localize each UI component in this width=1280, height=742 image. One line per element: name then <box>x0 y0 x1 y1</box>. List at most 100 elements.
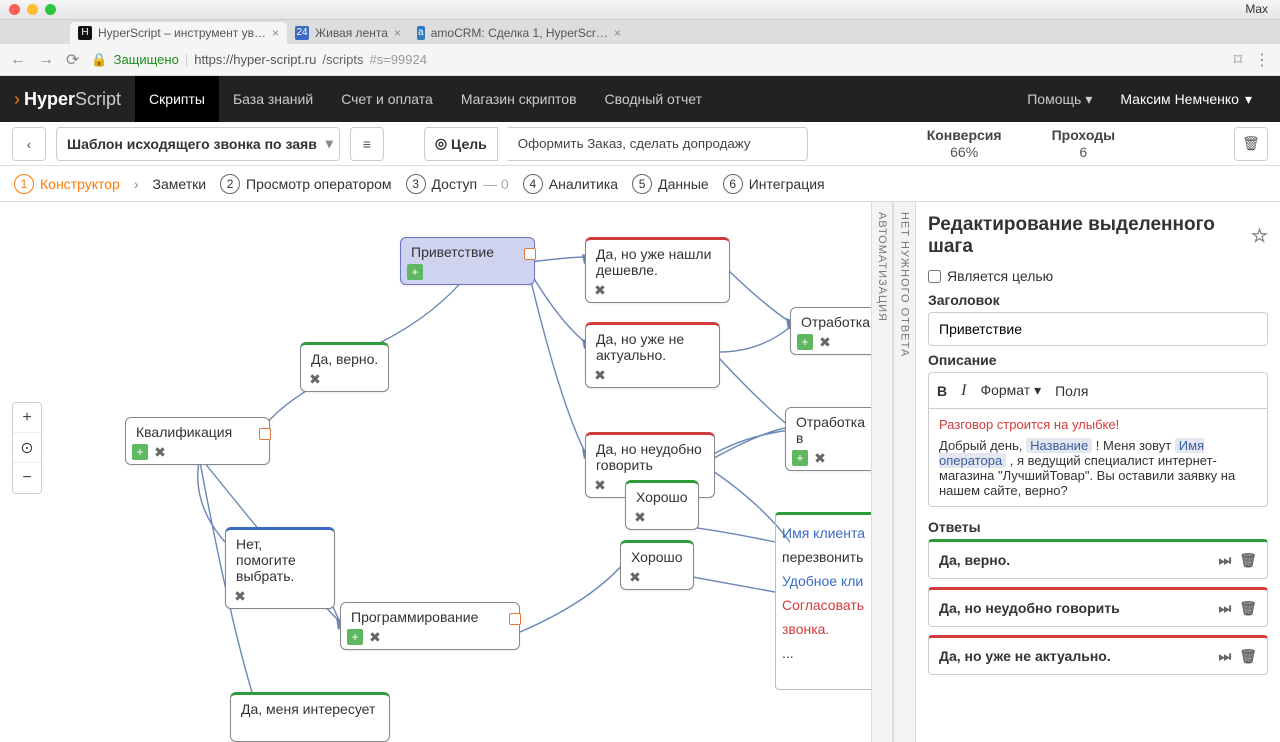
node-good-2[interactable]: Хорошо ✖ <box>620 540 694 590</box>
fields-select[interactable]: Поля <box>1055 383 1088 399</box>
nav-store[interactable]: Магазин скриптов <box>447 76 591 122</box>
goal-input[interactable] <box>508 127 808 161</box>
window-close-icon[interactable] <box>9 4 20 15</box>
zoom-reset-button[interactable]: ⊙ <box>13 433 41 463</box>
sidebar-no-answer[interactable]: НЕТ НУЖНОГО ОТВЕТА <box>893 202 915 742</box>
script-toolbar: ‹ Шаблон исходящего звонка по заяв ≡ ◎ Ц… <box>0 122 1280 166</box>
url-field[interactable]: 🔒 Защищено | https://hyper-script.ru/scr… <box>91 52 1221 68</box>
nav-kb[interactable]: База знаний <box>219 76 327 122</box>
add-icon[interactable]: + <box>792 450 808 466</box>
merge-tag[interactable]: Название <box>1026 438 1092 453</box>
description-editor[interactable]: Разговор строится на улыбке! Добрый день… <box>928 408 1268 507</box>
remove-icon[interactable]: ✖ <box>592 282 608 298</box>
node-greeting[interactable]: Приветствие + <box>400 237 535 285</box>
close-icon[interactable]: × <box>614 26 621 40</box>
close-icon[interactable]: × <box>272 26 279 40</box>
stat-conversion: Конверсия 66% <box>927 127 1002 161</box>
node-interested[interactable]: Да, меня интересует <box>230 692 390 742</box>
remove-icon[interactable]: ✖ <box>627 569 643 585</box>
node-otrabotka[interactable]: Отработка + ✖ <box>790 307 871 355</box>
node-yes[interactable]: Да, верно. ✖ <box>300 342 389 392</box>
trash-icon[interactable]: 🗑 <box>1239 648 1257 665</box>
answers-label: Ответы <box>928 519 1268 535</box>
answers-list: Да, верно. ⏭🗑 Да, но неудобно говорить ⏭… <box>928 539 1268 675</box>
skip-end-icon[interactable]: ⏭ <box>1219 648 1232 665</box>
node-otrabotka-2[interactable]: Отработка в + ✖ <box>785 407 871 471</box>
flag-icon[interactable] <box>509 613 521 625</box>
remove-icon[interactable]: ✖ <box>152 444 168 460</box>
zoom-out-button[interactable]: − <box>13 463 41 493</box>
add-icon[interactable]: + <box>347 629 363 645</box>
italic-button[interactable]: I <box>961 382 966 400</box>
remove-icon[interactable]: ✖ <box>812 450 828 466</box>
window-minimize-icon[interactable] <box>27 4 38 15</box>
node-help-pick[interactable]: Нет, помогите выбрать. ✖ <box>225 527 335 609</box>
add-icon[interactable]: + <box>132 444 148 460</box>
add-icon[interactable]: + <box>797 334 813 350</box>
nav-help[interactable]: Помощь▾ <box>1013 76 1106 122</box>
key-icon[interactable]: ⌑ <box>1234 50 1242 70</box>
answer-item[interactable]: Да, но неудобно говорить ⏭🗑 <box>928 587 1268 627</box>
remove-icon[interactable]: ✖ <box>632 509 648 525</box>
bold-button[interactable]: B <box>937 383 947 399</box>
rte-toolbar: B I Формат ▾ Поля <box>928 372 1268 408</box>
step-integration[interactable]: 6Интеграция <box>723 174 825 194</box>
browser-tab[interactable]: H HyperScript – инструмент ув… × <box>70 22 287 44</box>
skip-end-icon[interactable]: ⏭ <box>1219 552 1232 569</box>
step-preview[interactable]: 2Просмотр оператором <box>220 174 391 194</box>
step-access[interactable]: 3Доступ— 0 <box>406 174 509 194</box>
nav-scripts[interactable]: Скрипты <box>135 76 219 122</box>
header-input[interactable] <box>928 312 1268 346</box>
node-programming[interactable]: Программирование + ✖ <box>340 602 520 650</box>
back-button[interactable]: ‹ <box>12 127 46 161</box>
browser-tab[interactable]: 24 Живая лента × <box>287 22 409 44</box>
add-icon[interactable]: + <box>407 264 423 280</box>
zoom-in-button[interactable]: + <box>13 403 41 433</box>
node-qualification[interactable]: Квалификация + ✖ <box>125 417 270 465</box>
star-icon[interactable]: ☆ <box>1251 225 1268 248</box>
answer-item[interactable]: Да, но уже не актуально. ⏭🗑 <box>928 635 1268 675</box>
nav-report[interactable]: Сводный отчет <box>591 76 716 122</box>
remove-icon[interactable]: ✖ <box>592 477 608 493</box>
menu-icon[interactable]: ⋮ <box>1254 50 1270 70</box>
back-button[interactable]: ← <box>10 51 26 69</box>
answer-item[interactable]: Да, верно. ⏭🗑 <box>928 539 1268 579</box>
browser-tab[interactable]: a amoCRM: Сделка 1, HyperScr… × <box>409 22 629 44</box>
remove-icon[interactable]: ✖ <box>232 588 248 604</box>
hamburger-button[interactable]: ≡ <box>350 127 384 161</box>
format-select[interactable]: Формат ▾ <box>980 382 1041 399</box>
is-goal-checkbox[interactable] <box>928 270 941 283</box>
node-good-1[interactable]: Хорошо ✖ <box>625 480 699 530</box>
remove-icon[interactable]: ✖ <box>307 371 323 387</box>
step-analytics[interactable]: 4Аналитика <box>523 174 618 194</box>
flow-canvas[interactable]: Приветствие + Да, но уже нашли дешевле. … <box>0 202 871 742</box>
delete-button[interactable]: 🗑 <box>1234 127 1268 161</box>
favicon-icon: a <box>417 26 425 40</box>
flag-icon[interactable] <box>259 428 271 440</box>
node-peek[interactable]: Имя клиента перезвонить Удобное кли Согл… <box>775 512 871 690</box>
remove-icon[interactable]: ✖ <box>592 367 608 383</box>
remove-icon[interactable]: ✖ <box>367 629 383 645</box>
nav-user-menu[interactable]: Максим Немченко▾ <box>1106 76 1266 122</box>
template-select[interactable]: Шаблон исходящего звонка по заяв <box>56 127 340 161</box>
browser-tab-bar: H HyperScript – инструмент ув… × 24 Жива… <box>0 20 1280 44</box>
window-zoom-icon[interactable] <box>45 4 56 15</box>
trash-icon[interactable]: 🗑 <box>1239 600 1257 617</box>
trash-icon[interactable]: 🗑 <box>1239 552 1257 569</box>
node-cheaper[interactable]: Да, но уже нашли дешевле. ✖ <box>585 237 730 303</box>
step-constructor[interactable]: 1Конструктор <box>14 174 120 194</box>
skip-end-icon[interactable]: ⏭ <box>1219 600 1232 617</box>
step-data[interactable]: 5Данные <box>632 174 709 194</box>
sidebar-automation[interactable]: АВТОМАТИЗАЦИЯ <box>871 202 893 742</box>
node-not-actual[interactable]: Да, но уже не актуально. ✖ <box>585 322 720 388</box>
flag-icon[interactable] <box>524 248 536 260</box>
remove-icon[interactable]: ✖ <box>817 334 833 350</box>
forward-button[interactable]: → <box>38 51 54 69</box>
reload-button[interactable]: ⟳ <box>66 50 79 70</box>
goal-button[interactable]: ◎ Цель <box>424 127 498 161</box>
nav-billing[interactable]: Счет и оплата <box>327 76 447 122</box>
app-logo[interactable]: ›HyperScript <box>14 89 121 110</box>
step-notes[interactable]: Заметки <box>153 176 207 192</box>
close-icon[interactable]: × <box>394 26 401 40</box>
browser-url-bar: ← → ⟳ 🔒 Защищено | https://hyper-script.… <box>0 44 1280 76</box>
